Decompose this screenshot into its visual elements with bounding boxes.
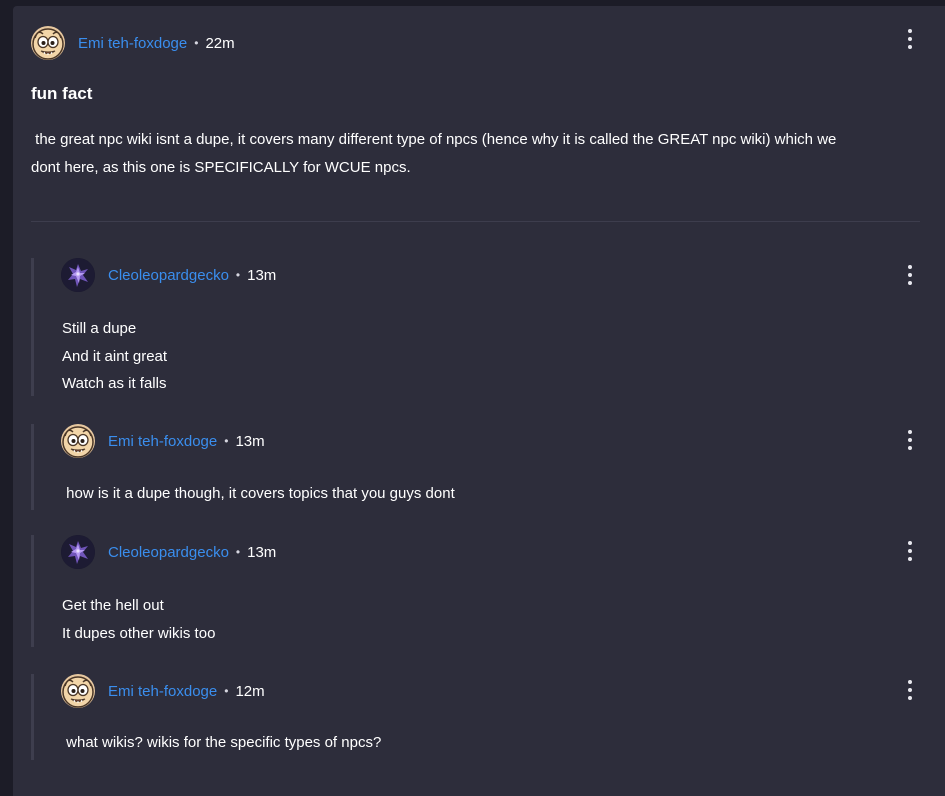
reply-line: Watch as it falls (62, 375, 167, 392)
reply-line: And it aint great (62, 347, 168, 365)
reply-timestamp: 13m (247, 543, 277, 561)
reply-author-link[interactable]: Cleoleopardgecko (108, 544, 229, 561)
reply-timestamp: 13m (235, 432, 265, 450)
reply-header: Emi teh-foxdoge • 13m (61, 424, 265, 458)
separator-dot: • (224, 434, 229, 448)
reply-item: Cleoleopardgecko • 13m Still a dupe And … (31, 258, 920, 396)
reply-body: how is it a dupe though, it covers topic… (62, 480, 455, 508)
purple-creature-avatar[interactable] (61, 535, 95, 569)
reply-timestamp: 13m (247, 266, 277, 284)
reply-line: how is it a dupe though, it covers topic… (62, 485, 455, 502)
reply-author-link[interactable]: Emi teh-foxdoge (108, 433, 217, 450)
reply-body: Get the hell out It dupes other wikis to… (62, 592, 215, 647)
post-body-line: dont here, as this one is SPECIFICALLY f… (31, 158, 411, 176)
cartoon-face-avatar[interactable] (61, 424, 95, 458)
post-title: fun fact (31, 84, 93, 103)
reply-author-link[interactable]: Emi teh-foxdoge (108, 683, 217, 700)
reply-author-link[interactable]: Cleoleopardgecko (108, 267, 229, 284)
reply-item: Emi teh-foxdoge • 12m what wikis? wikis … (31, 674, 920, 760)
separator-dot: • (235, 268, 241, 282)
reply-item: Emi teh-foxdoge • 13m how is it a dupe t… (31, 424, 920, 510)
reply-line: what wikis? wikis for the specific types… (62, 734, 382, 751)
more-options-icon[interactable] (900, 264, 920, 286)
cartoon-face-avatar[interactable] (61, 674, 95, 708)
post-body: the great npc wiki isnt a dupe, it cover… (31, 126, 931, 181)
comment-card: Emi teh-foxdoge • 22m fun fact the great… (13, 6, 945, 796)
more-options-icon[interactable] (900, 28, 920, 50)
reply-item: Cleoleopardgecko • 13m Get the hell out … (31, 535, 920, 647)
reply-body: what wikis? wikis for the specific types… (62, 729, 381, 757)
divider (31, 221, 920, 222)
cartoon-face-avatar[interactable] (31, 26, 65, 60)
post-timestamp: 22m (205, 34, 235, 52)
reply-header: Cleoleopardgecko • 13m (61, 258, 276, 292)
purple-creature-avatar[interactable] (61, 258, 95, 292)
post-body-line: the great npc wiki isnt a dupe, it cover… (31, 131, 837, 148)
more-options-icon[interactable] (900, 429, 920, 451)
reply-timestamp: 12m (235, 682, 265, 700)
reply-header: Emi teh-foxdoge • 12m (61, 674, 265, 708)
post-author-link[interactable]: Emi teh-foxdoge (78, 35, 187, 52)
more-options-icon[interactable] (900, 679, 920, 701)
reply-body: Still a dupe And it aint great Watch as … (62, 315, 167, 398)
reply-line: It dupes other wikis too (62, 624, 216, 642)
post-header: Emi teh-foxdoge • 22m (31, 26, 235, 60)
separator-dot: • (224, 684, 229, 698)
more-options-icon[interactable] (900, 540, 920, 562)
reply-line: Still a dupe (62, 320, 137, 337)
separator-dot: • (194, 36, 199, 50)
reply-line: Get the hell out (62, 597, 164, 614)
reply-header: Cleoleopardgecko • 13m (61, 535, 276, 569)
separator-dot: • (235, 545, 241, 559)
